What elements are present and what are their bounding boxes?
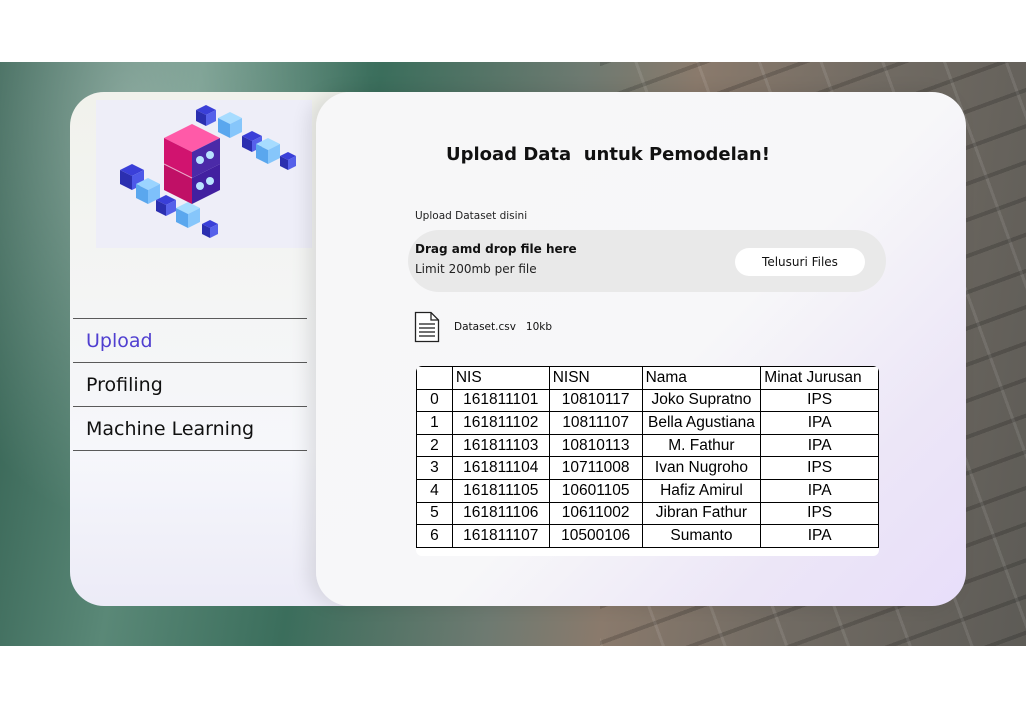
table-row: 1 161811102 10811107 Bella Agustiana IPA xyxy=(416,411,879,435)
cell-minat-jurusan: IPS xyxy=(760,456,879,480)
sidebar-nav: Upload Profiling Machine Learning xyxy=(73,318,307,451)
sidebar-item-label: Upload xyxy=(86,329,153,352)
uploaded-file: Dataset.csv 10kb xyxy=(414,311,552,343)
cell-nama: Joko Supratno xyxy=(641,388,762,413)
cell-minat-jurusan: IPA xyxy=(760,433,879,458)
table-header-row: NIS NISN Nama Minat Jurusan xyxy=(416,366,879,390)
cell-minat-jurusan: IPS xyxy=(760,388,879,413)
file-dropzone[interactable]: Drag amd drop file here Limit 200mb per … xyxy=(408,230,886,292)
table-row: 5 161811106 10611002 Jibran Fathur IPS xyxy=(416,501,879,526)
column-header-minat-jurusan: Minat Jurusan xyxy=(760,366,879,390)
cell-nisn: 10711008 xyxy=(548,456,643,480)
table-row: 4 161811105 10601105 Hafiz Amirul IPA xyxy=(416,478,879,503)
sidebar-item-machine-learning[interactable]: Machine Learning xyxy=(73,406,307,451)
cell-nisn: 10601105 xyxy=(548,478,643,503)
sidebar-item-upload[interactable]: Upload xyxy=(73,318,307,362)
data-table-container: NIS NISN Nama Minat Jurusan 0 161811101 … xyxy=(416,366,879,556)
column-header-nis: NIS xyxy=(451,366,550,390)
cell-nisn: 10500106 xyxy=(548,524,643,548)
browse-files-button[interactable]: Telusuri Files xyxy=(735,248,865,276)
cell-nama: Jibran Fathur xyxy=(641,501,762,526)
cell-minat-jurusan: IPA xyxy=(760,524,879,548)
cell-nis: 161811104 xyxy=(451,456,550,480)
cell-nis: 161811107 xyxy=(451,524,550,548)
cell-nama: Hafiz Amirul xyxy=(641,478,762,503)
page-title: Upload Data untuk Pemodelan! xyxy=(446,144,770,165)
cell-index: 2 xyxy=(416,433,453,458)
cell-nama: Sumanto xyxy=(641,524,762,548)
table-row: 3 161811104 10711008 Ivan Nugroho IPS xyxy=(416,456,879,480)
cell-nis: 161811102 xyxy=(451,411,550,435)
cell-nis: 161811106 xyxy=(451,501,550,526)
cell-minat-jurusan: IPA xyxy=(760,411,879,435)
cell-index: 0 xyxy=(416,388,453,413)
server-illustration-icon xyxy=(96,100,312,248)
cell-minat-jurusan: IPA xyxy=(760,478,879,503)
cell-nisn: 10611002 xyxy=(548,501,643,526)
cell-index: 1 xyxy=(416,411,453,435)
cell-nama: Bella Agustiana xyxy=(641,411,762,435)
cell-nisn: 10810113 xyxy=(548,433,643,458)
data-table: NIS NISN Nama Minat Jurusan 0 161811101 … xyxy=(416,366,879,548)
table-row: 0 161811101 10810117 Joko Supratno IPS xyxy=(416,388,879,413)
cell-nama: Ivan Nugroho xyxy=(641,456,762,480)
sidebar-item-label: Machine Learning xyxy=(86,417,255,440)
column-header-nisn: NISN xyxy=(548,366,643,390)
cell-index: 4 xyxy=(416,478,453,503)
sidebar-item-profiling[interactable]: Profiling xyxy=(73,362,307,406)
table-row: 2 161811103 10810113 M. Fathur IPA xyxy=(416,433,879,458)
cell-minat-jurusan: IPS xyxy=(760,501,879,526)
cell-nisn: 10811107 xyxy=(548,411,643,435)
file-size: 10kb xyxy=(525,321,553,333)
table-row: 6 161811107 10500106 Sumanto IPA xyxy=(416,524,879,548)
cell-index: 6 xyxy=(416,524,453,548)
column-header-index xyxy=(416,366,453,390)
sidebar-item-label: Profiling xyxy=(86,373,163,396)
file-name: Dataset.csv xyxy=(454,321,516,333)
cell-nis: 161811101 xyxy=(451,388,550,413)
dropzone-title: Drag amd drop file here xyxy=(415,242,577,256)
column-header-nama: Nama xyxy=(641,366,762,390)
dropzone-limit: Limit 200mb per file xyxy=(415,262,537,276)
cell-nama: M. Fathur xyxy=(641,433,762,458)
document-icon xyxy=(414,311,440,343)
cell-index: 3 xyxy=(416,456,453,480)
cell-nis: 161811103 xyxy=(451,433,550,458)
cell-index: 5 xyxy=(416,501,453,526)
upload-label: Upload Dataset disini xyxy=(415,210,528,222)
cell-nisn: 10810117 xyxy=(548,388,643,413)
cell-nis: 161811105 xyxy=(451,478,550,503)
